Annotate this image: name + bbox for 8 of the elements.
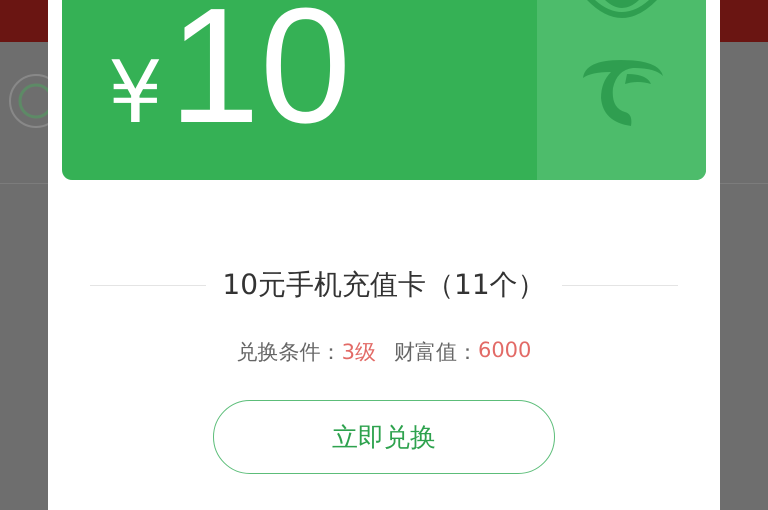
condition-value: 6000 bbox=[478, 338, 532, 364]
condition-label: 兑换条件： bbox=[236, 339, 342, 366]
amount: 10 bbox=[168, 2, 352, 130]
card-title: 10元手机充值卡（11个） bbox=[222, 267, 546, 303]
condition-label: 财富值： bbox=[394, 339, 478, 366]
currency-symbol: ¥ bbox=[108, 50, 163, 136]
redeem-button[interactable]: 立即兑换 bbox=[213, 400, 555, 474]
condition-value: 3级 bbox=[342, 339, 376, 366]
